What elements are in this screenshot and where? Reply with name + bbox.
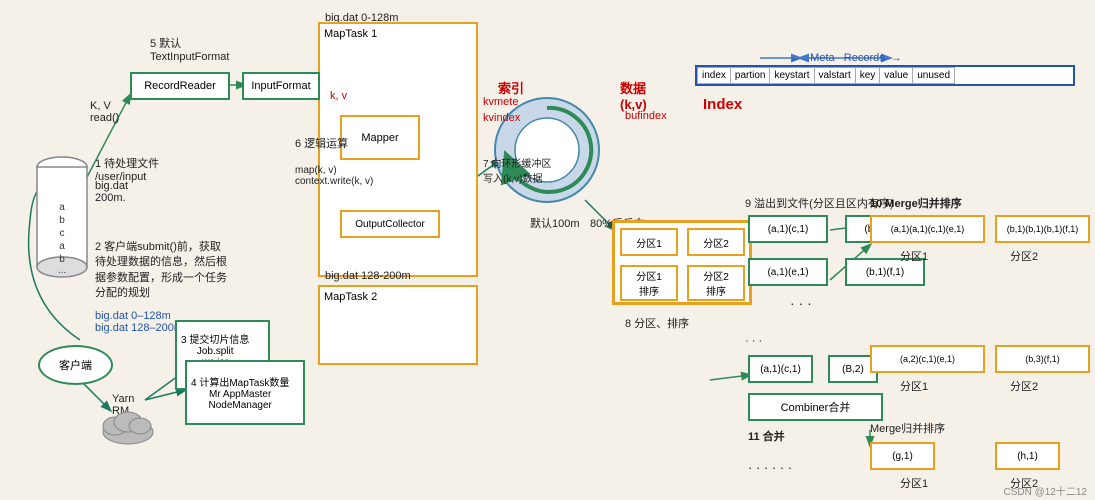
spill-a1e1-box: (a,1)(e,1) [748, 258, 828, 286]
merge-result2-box: (b,1)(b,1)(b,1)(f,1) [995, 215, 1090, 243]
submit-text: 2 客户端submit()前，获取待处理数据的信息，然后根据参数配置，形成一个任… [95, 240, 260, 302]
appmaster-box: 4 计算出MapTask数量Mr AppMasterNodeManager [185, 360, 305, 425]
partition-combiner1: 分区1 [900, 378, 928, 394]
ring-buffer [490, 90, 605, 213]
outputcollector-box: OutputCollector [340, 210, 440, 238]
index-table: index partion keystart valstart key valu… [695, 65, 1075, 86]
dots1: · · · [790, 295, 812, 311]
kv-read-label: K, Vread() [90, 100, 119, 124]
table-header-partion: partion [730, 68, 770, 84]
final-h1-box: (h,1) [995, 442, 1060, 470]
buffer-write-label: 7 向环形缓冲区写入(k,v)数据 [483, 155, 551, 185]
partition-box: 分区1 分区2 分区1排序 分区2排序 [612, 220, 752, 305]
logic-op-label: 6 逻辑运算 [295, 135, 348, 151]
bufindex-label: bufindex [625, 110, 667, 122]
mapper-box: Mapper [340, 115, 420, 160]
final-g1-box: (g,1) [870, 442, 935, 470]
merge-sort-label: Merge归并排序 [870, 420, 945, 436]
table-header-value: value [880, 68, 913, 84]
footer: CSDN @12十二12 [1003, 483, 1087, 498]
merge10-label: 10 Merge归并排序 [870, 195, 962, 211]
svg-text:...: ... [58, 265, 66, 276]
combiner-result2-box: (b,3)(f,1) [995, 345, 1090, 373]
partition2-sort-box: 分区2排序 [687, 265, 745, 301]
partition-final1: 分区1 [900, 475, 928, 491]
map-context-label: map(k, v)context.write(k, v) [295, 165, 373, 187]
data-label: 数据(k,v) [620, 78, 647, 112]
bigdat-list: big.dat 0–128mbig.dat 128–200m [95, 310, 183, 334]
svg-text:a: a [59, 241, 65, 252]
partition1-sort-box: 分区1排序 [620, 265, 678, 301]
index-top-label: Index [703, 96, 742, 113]
partition1-box: 分区1 [620, 228, 678, 256]
combiner-result1-box: (a,2)(c,1)(e,1) [870, 345, 985, 373]
merge11-label: 11 合并 [748, 428, 785, 444]
index-label: 索引 [498, 78, 524, 97]
kvindex-label: kvindex [483, 112, 520, 124]
spill-a1c1-box: (a,1)(c,1) [748, 215, 828, 243]
recordreader-box: RecordReader [130, 72, 230, 100]
mapper-label: Mapper [361, 132, 398, 144]
inputformat-box: InputFormat [242, 72, 320, 100]
kvmete-label: kvmete [483, 96, 518, 108]
outputcollector-label: OutputCollector [355, 219, 424, 230]
table-header-valstart: valstart [814, 68, 855, 84]
file-label: 1 待处理文件/user/input [95, 155, 159, 183]
partition2-box: 分区2 [687, 228, 745, 256]
recordreader-label: RecordReader [144, 80, 216, 92]
kv-label: k, v [330, 90, 347, 102]
table-header-index: index [698, 68, 731, 84]
main-diagram: big.dat 0-128m MapTask 1 InputFormat k, … [0, 0, 1095, 500]
cloud-shape [100, 400, 155, 448]
svg-text:c: c [60, 228, 65, 239]
combiner-label-left: · · · [745, 335, 762, 347]
partition-zone2: 分区2 [1010, 248, 1038, 264]
file-cylinder: a b c a b ... [35, 155, 90, 285]
partition-zone1: 分区1 [900, 248, 928, 264]
table-header-unused: unused [913, 68, 955, 84]
svg-text:b: b [59, 254, 65, 265]
combiner-a1c1-box: (a,1)(c,1) [748, 355, 813, 383]
maptask1-label: MapTask 1 [324, 28, 377, 40]
file-name: big.dat200m. [95, 180, 128, 204]
dots2: · · · · · · [748, 460, 792, 475]
table-header-keystart: keystart [770, 68, 814, 84]
bigdat2-label: big.dat 128-200m [325, 270, 411, 282]
combiner-merge-box: Combiner合并 [748, 393, 883, 421]
client-label: 客户端 [59, 357, 92, 373]
maptask2-label: MapTask 2 [324, 291, 377, 303]
maptask2-box: MapTask 2 [318, 285, 478, 365]
inputformat-label: InputFormat [251, 80, 310, 92]
merge-result1-box: (a,1)(a,1)(c,1)(e,1) [870, 215, 985, 243]
table-header-key: key [855, 68, 880, 84]
svg-text:a: a [59, 202, 65, 213]
partition-combiner2: 分区2 [1010, 378, 1038, 394]
default100m-label: 默认100m [530, 215, 580, 231]
appmaster-label: 4 计算出MapTask数量Mr AppMasterNodeManager [191, 374, 289, 411]
partition8-label: 8 分区、排序 [625, 315, 689, 331]
meta-arrow-label: ← Meta Records → [790, 52, 902, 64]
default-text: 5 默认TextInputFormat [150, 35, 229, 63]
svg-text:b: b [59, 215, 65, 226]
client-ellipse: 客户端 [38, 345, 113, 385]
